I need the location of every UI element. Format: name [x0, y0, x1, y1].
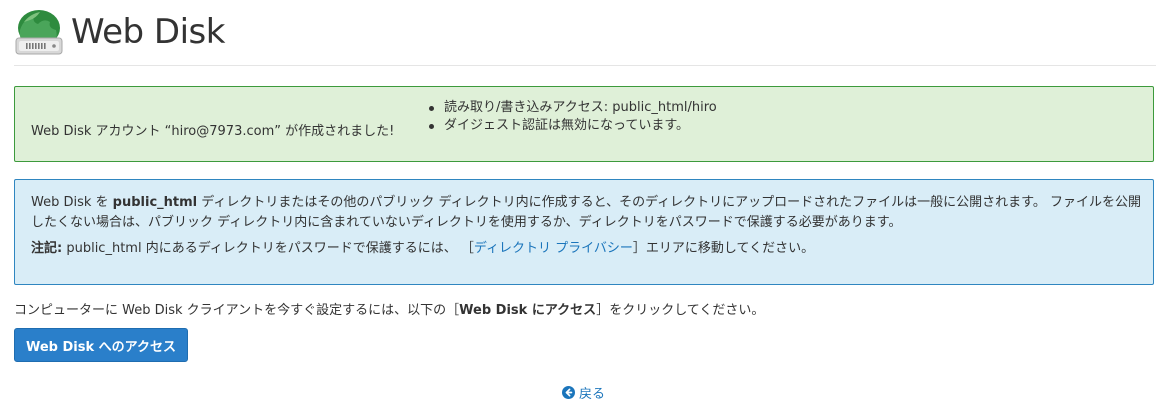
info-paragraph: Web Disk を public_html ディレクトリまたはその他のパブリッ…: [31, 193, 1141, 233]
note-label: 注記:: [31, 241, 63, 256]
back-link[interactable]: 戻る: [562, 383, 605, 402]
directory-privacy-link[interactable]: ディレクトリ プライバシー: [474, 241, 633, 256]
info-text: ディレクトリまたはその他のパブリック ディレクトリ内に作成すると、そのディレクト…: [31, 195, 1141, 230]
instruction-bold: Web Disk にアクセス: [459, 303, 597, 318]
list-item: 読み取り/書き込みアクセス: public_html/hiro: [427, 99, 717, 117]
info-alert: Web Disk を public_html ディレクトリまたはその他のパブリッ…: [14, 179, 1154, 285]
instruction-part: コンピューターに Web Disk クライアントを今すぐ設定するには、以下の［: [14, 303, 460, 318]
page-title: Web Disk: [71, 12, 225, 52]
success-details-list: 読み取り/書き込みアクセス: public_html/hiro ダイジェスト認証…: [427, 99, 717, 135]
note-text: ］エリアに移動してください。: [632, 241, 815, 256]
note-text: public_html 内にあるディレクトリをパスワードで保護するには、 ［: [62, 241, 474, 256]
instruction-text: コンピューターに Web Disk クライアントを今すぐ設定するには、以下の［W…: [14, 299, 764, 318]
info-note: 注記: public_html 内にあるディレクトリをパスワードで保護するには、…: [31, 239, 1141, 259]
access-web-disk-button[interactable]: Web Disk へのアクセス: [14, 328, 188, 362]
success-message: Web Disk アカウント “hiro@7973.com” が作成されました!: [31, 124, 395, 139]
web-disk-icon: [15, 10, 63, 55]
info-bold-text: public_html: [112, 195, 198, 210]
info-text: Web Disk を: [31, 195, 113, 210]
arrow-left-circle-icon: [562, 386, 575, 399]
list-item: ダイジェスト認証は無効になっています。: [427, 117, 717, 135]
page-header: Web Disk: [14, 8, 1156, 66]
back-link-label: 戻る: [579, 387, 606, 402]
instruction-part: ］をクリックしてください。: [596, 303, 765, 318]
success-alert: Web Disk アカウント “hiro@7973.com” が作成されました!…: [14, 86, 1154, 162]
